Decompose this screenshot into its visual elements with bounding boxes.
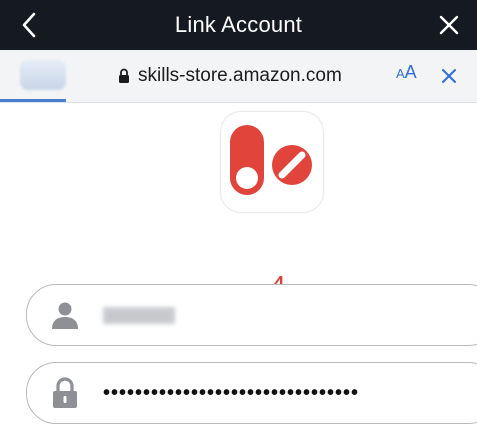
user-icon	[47, 298, 83, 332]
close-button[interactable]	[433, 9, 465, 41]
lock-icon	[47, 376, 83, 410]
username-field[interactable]: ··········	[26, 284, 477, 346]
close-icon	[442, 69, 456, 83]
text-size-button[interactable]: A A	[396, 62, 417, 90]
text-size-large-label: A	[404, 62, 417, 82]
password-field[interactable]: ••••••••••••••••••••••••••••••••	[26, 362, 477, 424]
url-field[interactable]: skills-store.amazon.com	[118, 62, 342, 90]
browser-close-button[interactable]	[435, 62, 463, 90]
password-value: ••••••••••••••••••••••••••••••••	[103, 381, 360, 404]
title-bar: Link Account	[0, 0, 477, 50]
text-size-small-label: A	[396, 66, 405, 81]
username-text: ··········	[103, 306, 175, 324]
site-favicon	[20, 60, 66, 90]
app-logo-tile	[221, 112, 323, 212]
toggle-logo-icon	[230, 125, 312, 195]
browser-url-bar: skills-store.amazon.com A A	[0, 50, 477, 103]
close-icon	[439, 15, 459, 35]
page-load-progress	[0, 99, 66, 102]
url-text: skills-store.amazon.com	[138, 65, 342, 86]
page-title: Link Account	[174, 12, 303, 37]
username-value: ··········	[103, 285, 175, 345]
lock-icon	[119, 68, 129, 83]
